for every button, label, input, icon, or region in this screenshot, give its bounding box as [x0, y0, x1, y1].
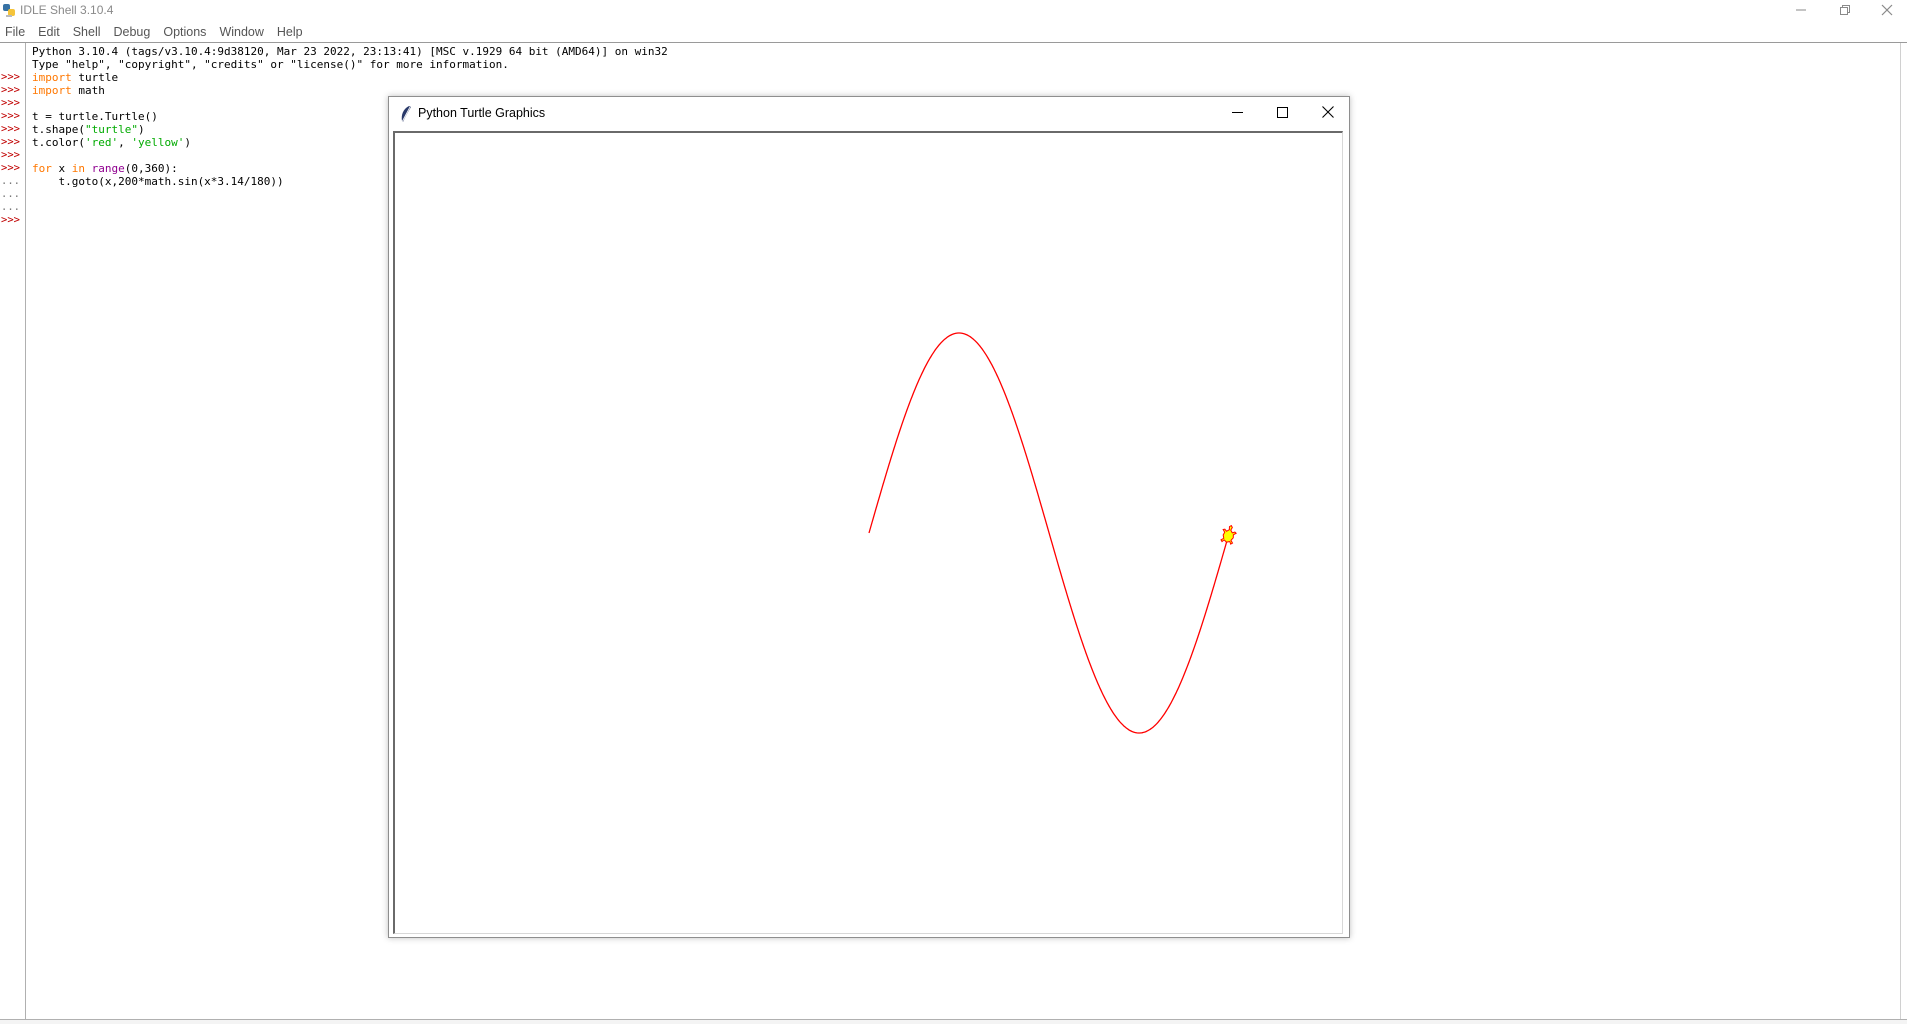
- prompt-marker: >>>: [1, 71, 20, 83]
- restore-icon: [1840, 5, 1850, 15]
- keyword: import: [32, 71, 72, 84]
- menu-file[interactable]: File: [0, 22, 32, 42]
- prompt-marker: >>>: [1, 123, 20, 135]
- title-bar: IDLE Shell 3.10.4: [0, 0, 1907, 22]
- code-line: t = turtle.Turtle(): [32, 110, 158, 123]
- menu-debug[interactable]: Debug: [108, 22, 158, 42]
- maximize-icon: [1276, 106, 1288, 118]
- turtle-canvas[interactable]: [395, 133, 1343, 933]
- code-text: t.shape(: [32, 123, 85, 136]
- close-button[interactable]: [1865, 0, 1907, 20]
- prompt-marker: >>>: [1, 84, 20, 96]
- string-literal: 'red': [84, 136, 119, 149]
- python-app-icon: [3, 4, 15, 17]
- menu-bar: File Edit Shell Debug Options Window Hel…: [0, 22, 1907, 42]
- code-text: ,: [118, 136, 132, 149]
- code-text: x: [51, 162, 72, 175]
- prompt-marker: >>>: [1, 162, 20, 174]
- banner-line: Type "help", "copyright", "credits" or "…: [32, 58, 509, 71]
- keyword: in: [71, 162, 85, 175]
- idle-shell-window: IDLE Shell 3.10.4 File Edit Shell Debug …: [0, 0, 1907, 1024]
- turtle-canvas-frame: [393, 131, 1343, 934]
- builtin-name: range: [91, 162, 125, 175]
- minimize-button[interactable]: [1779, 0, 1823, 20]
- menu-edit[interactable]: Edit: [32, 22, 67, 42]
- turtle-graphics-window: Python Turtle Graphics: [388, 96, 1350, 938]
- prompt-marker: >>>: [1, 149, 20, 161]
- keyword: import: [32, 84, 72, 97]
- code-line: import turtle: [32, 71, 118, 84]
- keyword: for: [32, 162, 52, 175]
- vertical-scrollbar[interactable]: [1900, 43, 1907, 1019]
- sine-curve: [868, 332, 1229, 734]
- continuation-marker: ...: [1, 201, 20, 213]
- code-line: t.shape("turtle"): [32, 123, 145, 136]
- turtle-close-button[interactable]: [1306, 97, 1350, 127]
- turtle-minimize-button[interactable]: [1215, 97, 1259, 127]
- menu-window[interactable]: Window: [213, 22, 270, 42]
- menu-help[interactable]: Help: [271, 22, 310, 42]
- code-text: math: [71, 84, 105, 97]
- prompt-gutter: >>> >>> >>> >>> >>> >>> >>> >>> ... ... …: [0, 43, 26, 1019]
- code-line: import math: [32, 84, 105, 97]
- minimize-icon: [1796, 9, 1806, 11]
- continuation-marker: ...: [1, 188, 20, 200]
- code-line: t.goto(x,200*math.sin(x*3.14/180)): [32, 175, 284, 188]
- code-text: t.color(: [32, 136, 85, 149]
- continuation-marker: ...: [1, 175, 20, 187]
- turtle-sprite: [1220, 524, 1237, 545]
- restore-button[interactable]: [1823, 0, 1867, 20]
- window-title: IDLE Shell 3.10.4: [20, 3, 114, 17]
- menu-options[interactable]: Options: [157, 22, 213, 42]
- string-literal: "turtle": [84, 123, 138, 136]
- code-line: for x in range(0,360):: [32, 162, 178, 175]
- turtle-title-bar[interactable]: Python Turtle Graphics: [389, 97, 1349, 131]
- code-text: ): [137, 123, 145, 136]
- prompt-marker: >>>: [1, 110, 20, 122]
- prompt-marker: >>>: [1, 214, 20, 226]
- string-literal: 'yellow': [131, 136, 185, 149]
- status-bar: [0, 1019, 1907, 1024]
- code-line: t.color('red', 'yellow'): [32, 136, 191, 149]
- banner-line: Python 3.10.4 (tags/v3.10.4:9d38120, Mar…: [32, 45, 668, 58]
- turtle-maximize-button[interactable]: [1260, 97, 1304, 127]
- close-icon: [1881, 4, 1893, 16]
- close-icon: [1322, 106, 1334, 118]
- minimize-icon: [1231, 111, 1243, 113]
- feather-icon: [401, 106, 411, 123]
- code-text: (0,360):: [124, 162, 178, 175]
- prompt-marker: >>>: [1, 136, 20, 148]
- prompt-marker: >>>: [1, 97, 20, 109]
- turtle-icon: [1220, 524, 1237, 545]
- turtle-window-title: Python Turtle Graphics: [418, 106, 546, 120]
- menu-shell[interactable]: Shell: [67, 22, 108, 42]
- code-text: turtle: [71, 71, 119, 84]
- code-text: ): [184, 136, 191, 149]
